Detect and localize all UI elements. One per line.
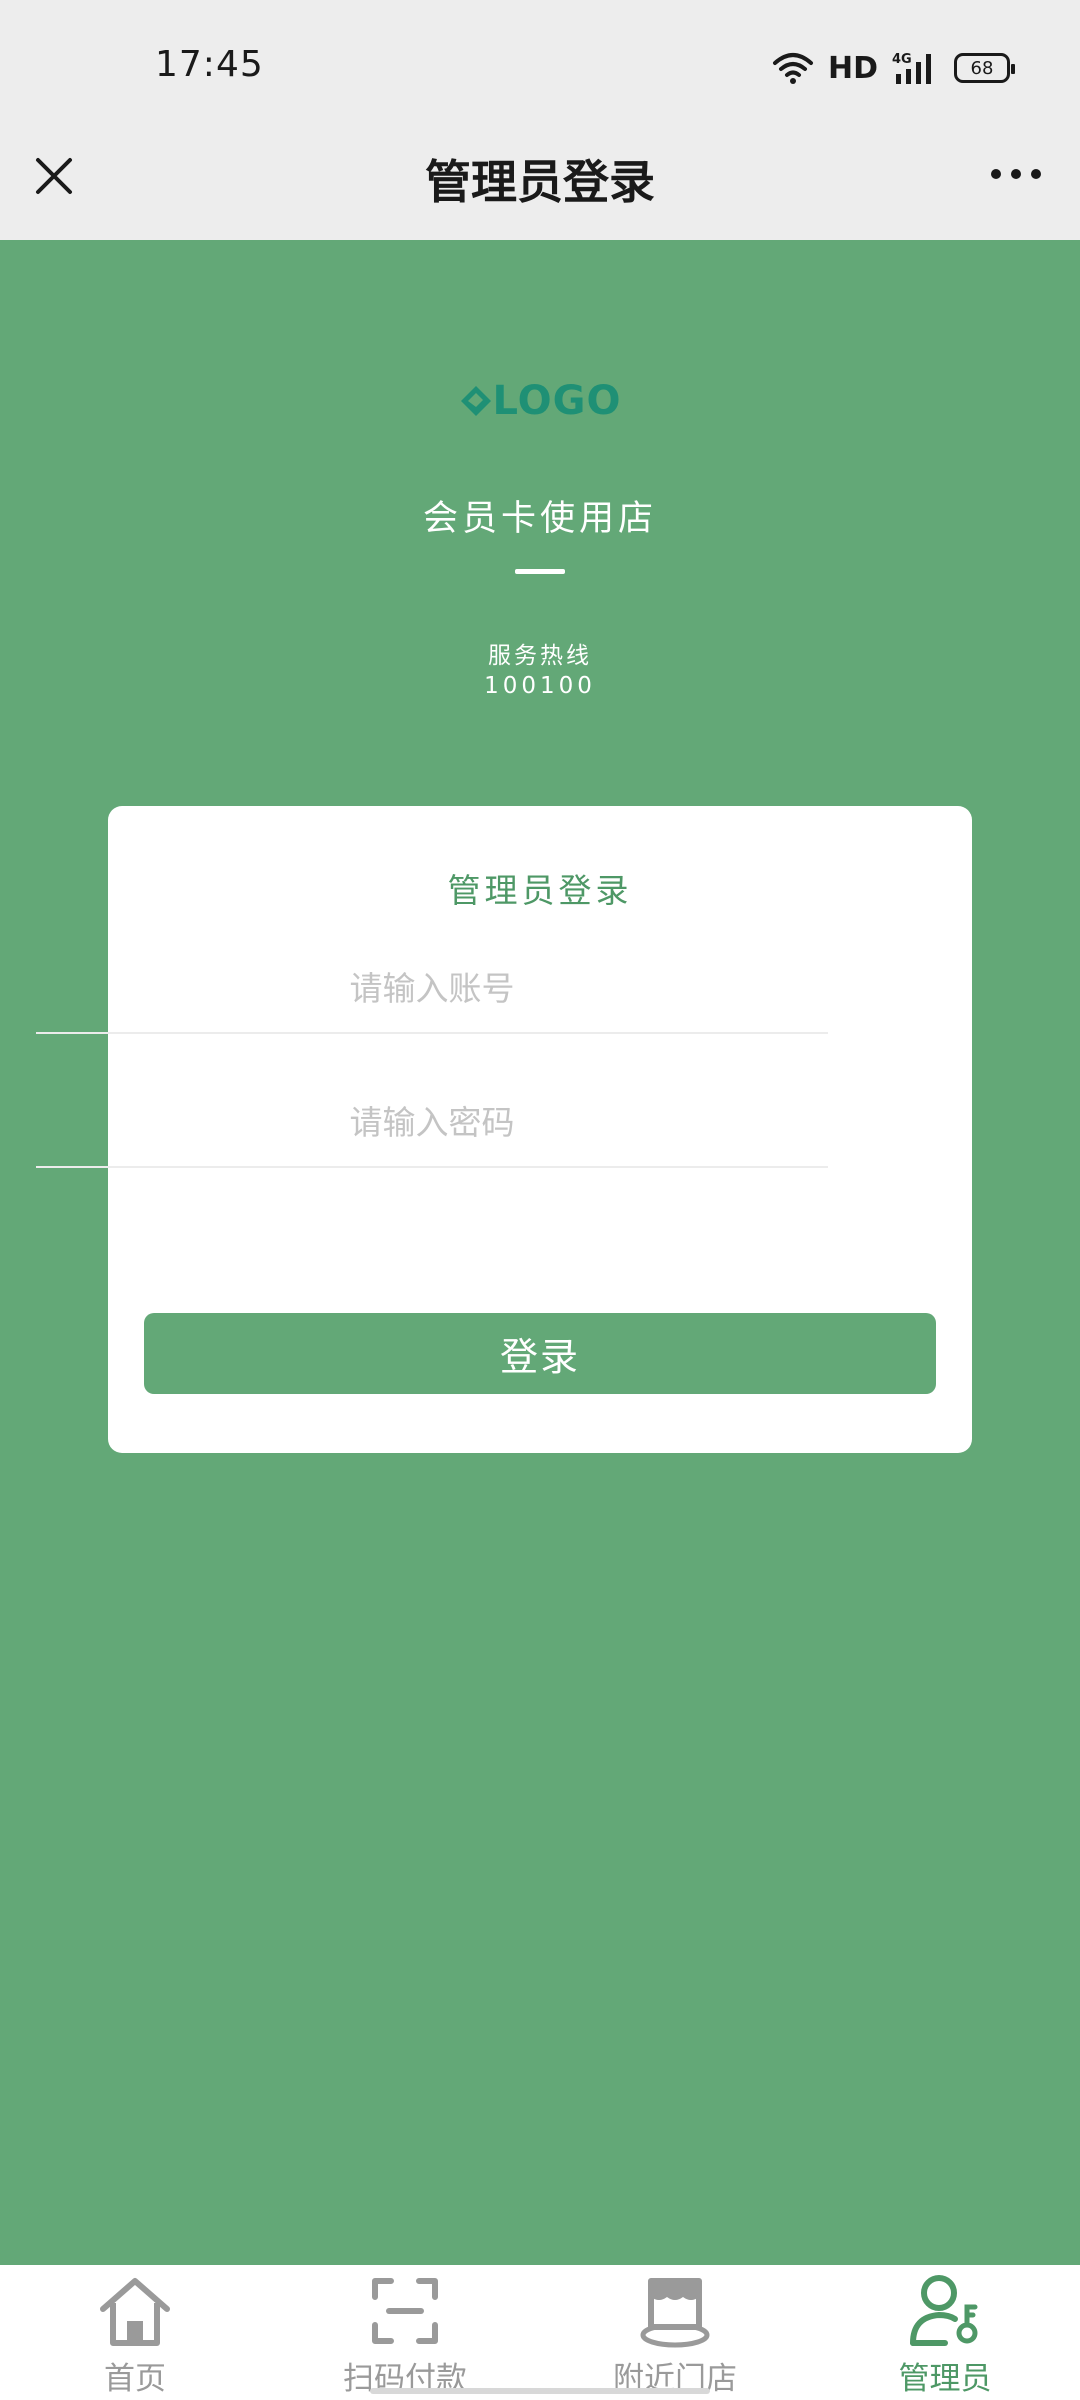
tab-label: 管理员 [898, 2361, 992, 2397]
scan-icon [372, 2278, 438, 2344]
logo-diamond-icon [460, 386, 491, 416]
nav-bar: 管理员登录 [0, 138, 1080, 240]
logo-text: LOGO [492, 378, 622, 424]
tab-scan-pay[interactable]: 扫码付款 [270, 2265, 540, 2400]
more-icon[interactable] [988, 164, 1044, 184]
password-input[interactable] [36, 1078, 828, 1168]
store-icon [640, 2278, 710, 2348]
tab-admin[interactable]: 管理员 [810, 2265, 1080, 2400]
battery-icon: 68 [954, 53, 1015, 83]
page-title: 管理员登录 [425, 155, 655, 209]
status-bar: 17:45 HD 4G 68 [0, 0, 1080, 138]
login-title: 管理员登录 [447, 871, 633, 910]
status-time: 17:45 [155, 44, 264, 85]
wifi-icon [772, 53, 813, 84]
home-icon [100, 2278, 170, 2346]
title-divider [515, 569, 565, 574]
network-type: HD [827, 50, 878, 86]
status-indicators: HD 4G 68 [772, 48, 1015, 88]
shop-name: 会员卡使用店 [422, 499, 657, 539]
admin-icon [910, 2275, 978, 2346]
cellular-signal-icon: 4G [892, 52, 931, 84]
hotline-number: 100100 [484, 673, 596, 699]
home-indicator [370, 2388, 710, 2394]
battery-level: 68 [970, 57, 994, 79]
tab-bar: 首页 扫码付款 附近门店 管理员 [0, 2265, 1080, 2400]
hotline-label: 服务热线 [488, 643, 592, 669]
logo: LOGO [0, 378, 1080, 424]
signal-label: 4G [892, 52, 912, 67]
login-button[interactable]: 登录 [144, 1313, 936, 1394]
tab-nearby-stores[interactable]: 附近门店 [540, 2265, 810, 2400]
account-input[interactable] [36, 944, 828, 1034]
tab-home[interactable]: 首页 [0, 2265, 270, 2400]
tab-label: 首页 [104, 2361, 166, 2397]
